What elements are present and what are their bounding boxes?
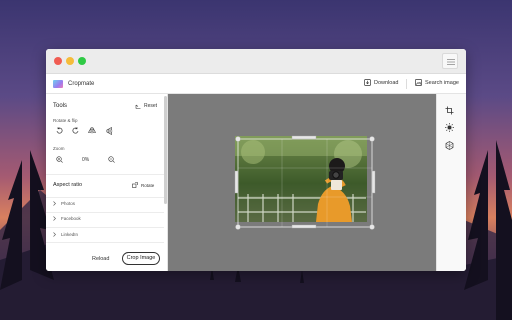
right-toolbar	[436, 94, 466, 271]
crop-image-button[interactable]: Crop Image	[122, 252, 160, 265]
flip-vertical-icon[interactable]	[106, 127, 113, 135]
tools-sidebar: Tools Reset Rotate & flip Zoom 0% Aspect…	[46, 94, 168, 271]
rotate-flip-label: Rotate & flip	[53, 118, 78, 123]
header-divider	[406, 79, 407, 89]
maximize-window-button[interactable]	[78, 57, 86, 65]
rotate-aspect-label: Rotate	[141, 182, 155, 188]
divider	[46, 197, 164, 198]
app-window: Cropmate Download Search image Tools Res…	[46, 49, 466, 271]
app-logo-icon	[53, 79, 63, 88]
zoom-out-icon[interactable]	[108, 156, 115, 163]
sidebar-scrollbar[interactable]	[164, 96, 167, 204]
rotate-aspect-button[interactable]: Rotate	[132, 182, 154, 188]
divider	[46, 242, 164, 243]
download-button[interactable]: Download	[364, 79, 398, 86]
divider	[46, 227, 164, 228]
reload-button[interactable]: Reload	[92, 256, 109, 262]
rotate-left-icon[interactable]	[56, 127, 63, 134]
photo	[235, 136, 367, 222]
download-label: Download	[374, 79, 399, 86]
tools-heading: Tools	[53, 103, 68, 109]
rotate-right-icon[interactable]	[72, 127, 79, 134]
reset-icon	[135, 104, 141, 109]
flip-horizontal-icon[interactable]	[88, 127, 96, 134]
chevron-right-icon	[53, 232, 56, 237]
divider	[46, 174, 164, 175]
search-image-icon	[415, 79, 422, 86]
aspect-item-facebook[interactable]: Facebook	[53, 216, 81, 221]
image-canvas[interactable]	[168, 94, 436, 271]
download-icon	[364, 79, 371, 86]
aspect-item-label: Facebook	[61, 216, 81, 221]
app-name: Cropmate	[68, 80, 95, 87]
reset-button[interactable]: Reset	[135, 103, 157, 109]
zoom-value: 0%	[82, 157, 90, 163]
reset-label: Reset	[144, 103, 158, 109]
app-header: Cropmate Download Search image	[46, 74, 466, 94]
minimize-window-button[interactable]	[66, 57, 74, 65]
crop-icon[interactable]	[445, 106, 454, 115]
zoom-in-icon[interactable]	[56, 156, 63, 163]
brand: Cropmate	[53, 79, 95, 88]
hamburger-icon[interactable]	[442, 53, 458, 69]
aspect-ratio-heading: Aspect ratio	[53, 182, 83, 188]
rotate-aspect-icon	[132, 182, 138, 188]
aspect-item-label: LinkedIn	[61, 232, 79, 237]
divider	[46, 212, 164, 213]
filter-icon[interactable]	[445, 141, 454, 150]
close-window-button[interactable]	[54, 57, 62, 65]
chevron-right-icon	[53, 201, 56, 206]
search-image-label: Search image	[425, 79, 459, 86]
zoom-label: Zoom	[53, 146, 65, 151]
chevron-right-icon	[53, 216, 56, 221]
search-image-button[interactable]: Search image	[415, 79, 459, 86]
brightness-icon[interactable]	[445, 123, 454, 132]
title-bar	[46, 49, 466, 74]
aspect-item-photos[interactable]: Photos	[53, 201, 75, 206]
crop-preview	[234, 135, 376, 230]
aspect-item-linkedin[interactable]: LinkedIn	[53, 232, 78, 237]
aspect-item-label: Photos	[61, 201, 76, 206]
